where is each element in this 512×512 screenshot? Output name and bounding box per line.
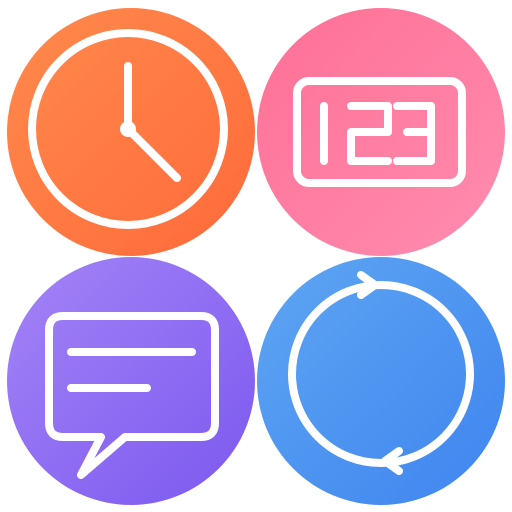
number-counter-tile[interactable]: [257, 8, 505, 256]
message-bubble-tile[interactable]: [7, 257, 255, 505]
icon-grid: [0, 0, 512, 512]
sync-refresh-icon: [257, 257, 505, 505]
message-bubble-icon: [7, 257, 255, 505]
sync-refresh-tile[interactable]: [257, 257, 505, 505]
clock-tile[interactable]: [7, 8, 255, 256]
number-counter-icon: [257, 8, 505, 256]
clock-icon: [7, 8, 255, 256]
clock-center-pin: [120, 121, 136, 137]
